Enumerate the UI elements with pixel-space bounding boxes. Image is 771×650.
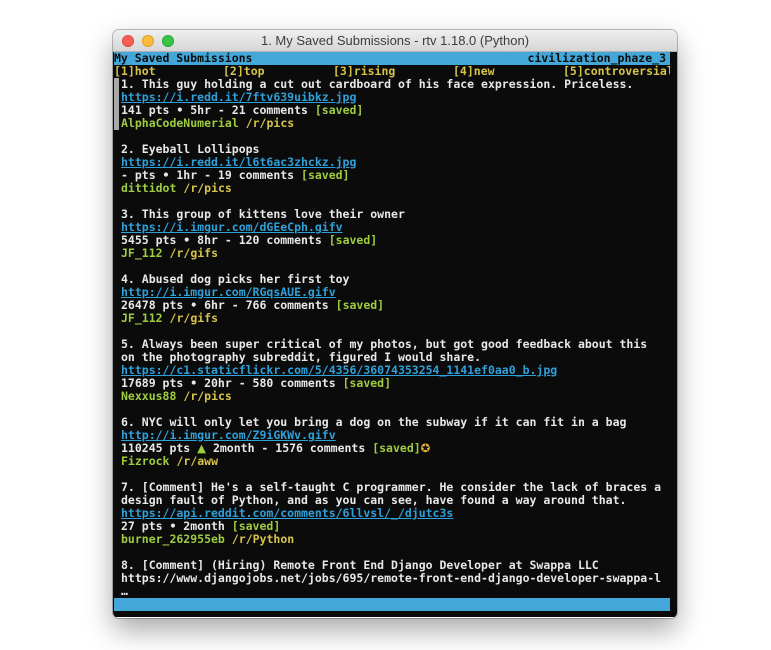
submission-item[interactable]: 7. [Comment] He's a self-taught C progra… xyxy=(114,481,677,546)
zoom-button[interactable] xyxy=(162,35,174,47)
saved-badge: [saved] xyxy=(232,520,280,533)
submission-byline: JF_112/r/gifs xyxy=(121,247,677,260)
submission-title: 1. This guy holding a cut out cardboard … xyxy=(121,78,677,91)
tab-hot[interactable]: [1]hot xyxy=(114,65,156,78)
subreddit: /r/aww xyxy=(169,455,218,468)
author: JF_112 xyxy=(121,312,163,325)
author: Fizrock xyxy=(121,455,169,468)
saved-badge: [saved] xyxy=(329,234,377,247)
help-bar: [?]Help [q]Quit [l]Comments [/]Prompt [u]Log… xyxy=(114,598,670,611)
submission-title: 6. NYC will only let you bring a dog on … xyxy=(121,416,677,429)
subreddit: /r/pics xyxy=(176,390,231,403)
help-shortcut: [a/z]Vote xyxy=(592,610,654,611)
sort-nav: [1]hot [2]top [3]rising [4]new [5]contro… xyxy=(114,65,670,78)
subreddit: /r/pics xyxy=(239,117,294,130)
page-title: My Saved Submissions xyxy=(114,52,252,65)
help-shortcut: [u]Login xyxy=(419,610,474,611)
submission-title: 7. [Comment] He's a self-taught C progra… xyxy=(121,481,677,494)
subreddit: /r/gifs xyxy=(163,247,218,260)
subreddit: /r/Python xyxy=(225,533,294,546)
saved-badge: [saved] xyxy=(343,377,391,390)
submission-item[interactable]: 1. This guy holding a cut out cardboard … xyxy=(114,78,677,130)
submission-url[interactable]: https://i.imgur.com/dGEeCph.gifv xyxy=(121,221,343,234)
submission-url[interactable]: https://i.redd.it/7ftv639uibkz.jpg xyxy=(121,91,356,104)
author: Nexxus88 xyxy=(121,390,176,403)
submission-url[interactable]: http://i.imgur.com/Z9iGKWv.gifv xyxy=(121,429,336,442)
submission-stats: - pts • 1hr - 19 comments [saved] xyxy=(121,169,677,182)
username: civilization_phaze_3 xyxy=(528,52,666,65)
submission-url[interactable]: https://c1.staticflickr.com/5/4356/36074… xyxy=(121,364,557,377)
submission-title: 4. Abused dog picks her first toy xyxy=(121,273,677,286)
traffic-lights xyxy=(122,35,174,47)
submission-url[interactable]: http://i.imgur.com/RGqsAUE.gifv xyxy=(121,286,336,299)
window-title: 1. My Saved Submissions - rtv 1.18.0 (Py… xyxy=(261,33,529,48)
submission-title: 3. This group of kittens love their owne… xyxy=(121,208,677,221)
submission-title: 8. [Comment] (Hiring) Remote Front End D… xyxy=(121,559,677,572)
submission-stats: 141 pts • 5hr - 21 comments [saved] xyxy=(121,104,677,117)
titlebar[interactable]: 1. My Saved Submissions - rtv 1.18.0 (Py… xyxy=(113,30,677,52)
submission-stats: 27 pts • 2month [saved] xyxy=(121,520,677,533)
saved-badge: [saved] xyxy=(301,169,349,182)
help-shortcut: [o]Open xyxy=(481,610,529,611)
submission-item[interactable]: 5. Always been super critical of my phot… xyxy=(114,338,677,403)
tab-new[interactable]: [4]new xyxy=(453,65,495,78)
submission-byline: dittidot/r/pics xyxy=(121,182,677,195)
app-window: 1. My Saved Submissions - rtv 1.18.0 (Py… xyxy=(113,30,677,618)
submission-url[interactable]: https://www.djangojobs.net/jobs/695/remo… xyxy=(121,572,661,585)
gilded-icon: ✪ xyxy=(421,442,431,455)
saved-badge: [saved] xyxy=(336,299,384,312)
author: JF_112 xyxy=(121,247,163,260)
truncation-ellipsis: … xyxy=(121,585,677,598)
close-button[interactable] xyxy=(122,35,134,47)
tab-rising[interactable]: [3]rising xyxy=(333,65,395,78)
minimize-button[interactable] xyxy=(142,35,154,47)
submission-item[interactable]: 3. This group of kittens love their owne… xyxy=(114,208,677,260)
subreddit: /r/gifs xyxy=(163,312,218,325)
submission-url[interactable]: https://api.reddit.com/comments/6llvsl/_… xyxy=(121,507,453,520)
submission-title-line2: design fault of Python, and as you can s… xyxy=(121,494,677,507)
saved-badge: [saved] xyxy=(372,442,420,455)
submission-title-line2: on the photography subreddit, figured I … xyxy=(121,351,677,364)
submission-byline: Fizrock/r/aww xyxy=(121,455,677,468)
help-shortcut: [q]Quit xyxy=(211,610,259,611)
help-shortcut: [/]Prompt xyxy=(350,610,412,611)
submission-url[interactable]: https://i.redd.it/l6t6ac3zhckz.jpg xyxy=(121,156,356,169)
author: AlphaCodeNumerial xyxy=(121,117,239,130)
status-bar: My Saved Submissions civilization_phaze_… xyxy=(114,52,670,65)
submission-stats: 26478 pts • 6hr - 766 comments [saved] xyxy=(121,299,677,312)
submission-stats: 5455 pts • 8hr - 120 comments [saved] xyxy=(121,234,677,247)
submission-byline: JF_112/r/gifs xyxy=(121,312,677,325)
tab-top[interactable]: [2]top xyxy=(223,65,265,78)
submission-stats: 110245 pts ▲ 2month - 1576 comments [sav… xyxy=(121,442,677,455)
submission-stats: 17689 pts • 20hr - 580 comments [saved] xyxy=(121,377,677,390)
submission-item[interactable]: 8. [Comment] (Hiring) Remote Front End D… xyxy=(114,559,677,598)
submission-byline: burner_262955eb/r/Python xyxy=(121,533,677,546)
submission-list: 1. This guy holding a cut out cardboard … xyxy=(114,78,677,598)
terminal-screen[interactable]: My Saved Submissions civilization_phaze_… xyxy=(113,52,677,617)
submission-item[interactable]: 2. Eyeball Lollipops https://i.redd.it/l… xyxy=(114,143,677,195)
submission-item[interactable]: 4. Abused dog picks her first toy http:/… xyxy=(114,273,677,325)
subreddit: /r/pics xyxy=(176,182,231,195)
submission-title: 5. Always been super critical of my phot… xyxy=(121,338,677,351)
submission-byline: Nexxus88/r/pics xyxy=(121,390,677,403)
help-shortcut: [?]Help xyxy=(156,610,204,611)
selection-cursor xyxy=(114,78,119,130)
author: burner_262955eb xyxy=(121,533,225,546)
tab-controversial[interactable]: [5]controversial xyxy=(563,65,670,78)
saved-badge: [saved] xyxy=(315,104,363,117)
author: dittidot xyxy=(121,182,176,195)
upvote-arrow-icon: ▲ xyxy=(197,442,206,455)
submission-title: 2. Eyeball Lollipops xyxy=(121,143,677,156)
submission-item[interactable]: 6. NYC will only let you bring a dog on … xyxy=(114,416,677,468)
help-shortcut: [c]Post xyxy=(537,610,585,611)
submission-byline: AlphaCodeNumerial/r/pics xyxy=(121,117,677,130)
help-shortcut: [l]Comments xyxy=(266,610,342,611)
